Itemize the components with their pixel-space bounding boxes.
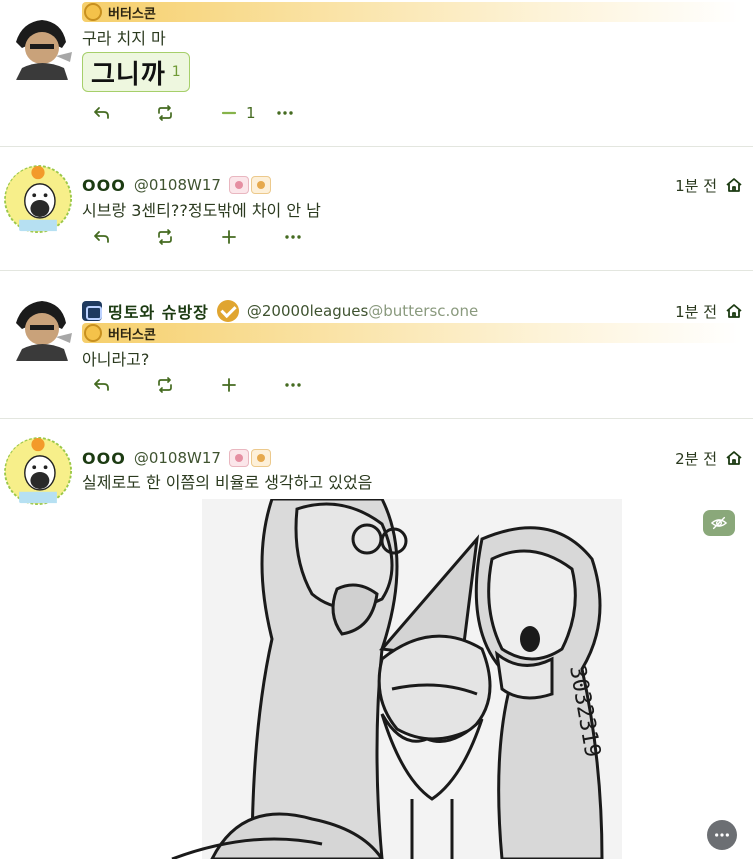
note-header: OOO @0108W17 2분 전	[82, 447, 743, 469]
more-icon	[715, 833, 729, 837]
eye-off-icon	[711, 516, 727, 530]
display-name[interactable]: OOO	[82, 176, 126, 195]
reply-button[interactable]	[92, 102, 156, 124]
bow-emoji-icon	[250, 176, 271, 194]
name-emoji-icon	[82, 301, 102, 321]
display-name[interactable]: OOO	[82, 449, 126, 468]
reaction-emoji: 그니까	[91, 59, 166, 90]
react-button[interactable]	[220, 226, 284, 248]
renote-button[interactable]	[156, 374, 220, 396]
instance-icon	[84, 3, 102, 21]
note-text: 실제로도 한 이쯤의 비율로 생각하고 있었음	[82, 473, 373, 492]
note-header: 띵토와 슈방장 @20000leagues@buttersc.one 1분 전	[82, 300, 743, 322]
username-local: @20000leagues	[246, 302, 369, 320]
reply-icon	[94, 379, 109, 391]
avatar[interactable]	[4, 165, 76, 237]
note-item: 띵토와 슈방장 @20000leagues@buttersc.one 1분 전 …	[0, 271, 753, 419]
react-button[interactable]: 1	[220, 102, 284, 124]
more-icon	[285, 383, 301, 387]
username-host: @buttersc.one	[368, 302, 479, 320]
verified-icon	[216, 300, 239, 322]
reply-icon	[94, 107, 109, 119]
reply-button[interactable]	[92, 374, 156, 396]
more-button[interactable]	[284, 374, 348, 396]
note-actions	[92, 374, 348, 396]
ribbon-emoji-icon	[228, 176, 249, 194]
minus-icon	[221, 111, 237, 115]
note-item: 버터스콘 구라 치지 마 그니까 1 1	[0, 0, 753, 147]
home-icon	[726, 304, 742, 318]
home-icon	[726, 178, 742, 192]
more-menu-button[interactable]	[707, 820, 737, 850]
note-text: 구라 치지 마	[82, 29, 166, 48]
instance-name: 버터스콘	[108, 6, 156, 22]
reaction-button[interactable]: 그니까 1	[82, 52, 190, 92]
timestamp[interactable]: 1분 전	[675, 175, 717, 196]
more-button[interactable]	[284, 226, 348, 248]
profile-emoji-badges	[228, 176, 271, 194]
avatar[interactable]	[8, 12, 76, 80]
renote-icon	[158, 105, 172, 121]
react-count: 1	[246, 104, 256, 122]
plus-icon	[222, 230, 236, 244]
ribbon-emoji-icon	[228, 449, 249, 467]
react-button[interactable]	[220, 374, 284, 396]
avatar[interactable]	[8, 293, 76, 361]
more-icon	[277, 111, 293, 115]
username[interactable]: @20000leagues@buttersc.one	[247, 302, 478, 320]
hide-media-button[interactable]	[703, 510, 735, 536]
instance-ticker: 버터스콘	[82, 2, 742, 22]
more-button[interactable]	[276, 102, 340, 124]
timestamp[interactable]: 2분 전	[675, 448, 717, 469]
profile-emoji-badges	[228, 449, 271, 467]
note-actions: 1	[92, 102, 340, 124]
renote-button[interactable]	[156, 102, 220, 124]
note-media-image[interactable]: 3032319	[82, 499, 753, 859]
note-header: OOO @0108W17 1분 전	[82, 174, 743, 196]
home-icon	[726, 451, 742, 465]
more-icon	[285, 235, 301, 239]
display-name[interactable]: 띵토와 슈방장	[108, 299, 209, 323]
username[interactable]: @0108W17	[134, 449, 221, 467]
renote-button[interactable]	[156, 226, 220, 248]
time-area: 1분 전	[675, 175, 743, 196]
note-actions	[92, 226, 348, 248]
note-item: OOO @0108W17 1분 전 시브랑 3센티??정도밖에 차이 안 남	[0, 147, 753, 271]
reply-icon	[94, 231, 109, 243]
time-area: 2분 전	[675, 448, 743, 469]
instance-icon	[84, 324, 102, 342]
timestamp[interactable]: 1분 전	[675, 301, 717, 322]
note-text: 아니라고?	[82, 350, 150, 369]
plus-icon	[222, 378, 236, 392]
instance-name: 버터스콘	[108, 327, 156, 343]
username[interactable]: @0108W17	[134, 176, 221, 194]
renote-icon	[158, 229, 172, 245]
reply-button[interactable]	[92, 226, 156, 248]
avatar[interactable]	[4, 437, 76, 509]
note-text: 시브랑 3센티??정도밖에 차이 안 남	[82, 201, 321, 220]
renote-icon	[158, 377, 172, 393]
bow-emoji-icon	[250, 449, 271, 467]
time-area: 1분 전	[675, 301, 743, 322]
reaction-count: 1	[171, 64, 181, 80]
instance-ticker: 버터스콘	[82, 323, 742, 343]
